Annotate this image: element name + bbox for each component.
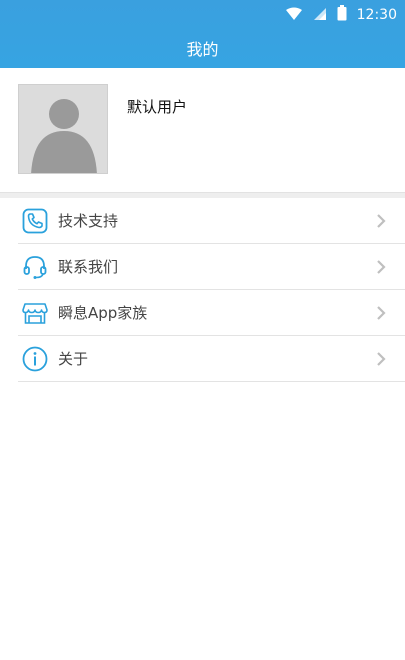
store-icon — [22, 300, 48, 326]
menu-item-label: 联系我们 — [58, 258, 119, 276]
phone-icon — [22, 208, 48, 234]
chevron-right-icon — [375, 258, 387, 276]
wifi-icon — [285, 6, 303, 25]
menu-item-about[interactable]: 关于 — [18, 336, 405, 382]
status-bar: 12:30 — [0, 0, 405, 28]
menu-item-app-family[interactable]: 瞬息App家族 — [18, 290, 405, 336]
profile-section[interactable]: 默认用户 — [0, 68, 405, 192]
menu-item-label: 关于 — [58, 350, 89, 368]
menu-item-label: 瞬息App家族 — [58, 304, 148, 322]
page-title: 我的 — [186, 40, 219, 59]
info-icon — [22, 346, 48, 372]
menu-item-tech-support[interactable]: 技术支持 — [18, 198, 405, 244]
default-avatar-icon[interactable] — [18, 84, 108, 174]
chevron-right-icon — [375, 304, 387, 322]
chevron-right-icon — [375, 350, 387, 368]
menu-item-contact-us[interactable]: 联系我们 — [18, 244, 405, 290]
menu-item-label: 技术支持 — [58, 212, 119, 230]
username: 默认用户 — [127, 98, 188, 116]
headset-icon — [22, 254, 48, 280]
battery-icon — [337, 5, 347, 25]
signal-icon — [313, 6, 327, 25]
chevron-right-icon — [375, 212, 387, 230]
menu-list: 技术支持 联系我们 瞬息App家族 关于 — [0, 198, 405, 382]
app-header: 12:30 我的 — [0, 0, 405, 68]
status-time: 12:30 — [356, 7, 397, 23]
